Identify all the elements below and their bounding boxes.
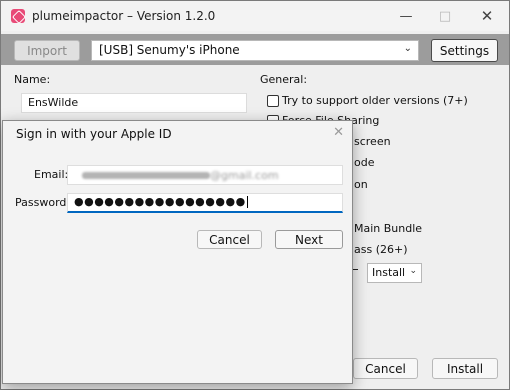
dialog-cancel-button[interactable]: Cancel: [197, 230, 262, 249]
title-bar[interactable]: plumeimpactor – Version 1.2.0 — □ ✕: [1, 1, 509, 31]
option-label-older-versions: Try to support older versions (7+): [282, 94, 468, 107]
main-window: plumeimpactor – Version 1.2.0 — □ ✕ Impo…: [0, 0, 510, 390]
option-label-on: on: [354, 178, 368, 191]
install-mode-value: Install: [372, 266, 406, 279]
option-label-mode: ode: [354, 156, 375, 169]
email-redaction: [82, 172, 210, 179]
email-label: Email:: [34, 168, 69, 181]
dialog-close-icon[interactable]: ✕: [333, 125, 344, 140]
minimize-icon[interactable]: —: [391, 5, 421, 27]
password-field[interactable]: ●●●●●●●●●●●●●●●●●: [67, 193, 343, 213]
general-label: General:: [260, 73, 308, 86]
password-label: Password:: [15, 196, 71, 209]
email-value: @gmail.com: [210, 169, 279, 182]
import-button[interactable]: Import: [14, 40, 80, 61]
window-title: plumeimpactor – Version 1.2.0: [32, 9, 216, 23]
email-field[interactable]: @gmail.com: [67, 165, 343, 185]
dialog-title: Sign in with your Apple ID: [16, 127, 172, 141]
close-icon[interactable]: ✕: [472, 5, 502, 27]
cancel-button[interactable]: Cancel: [353, 358, 418, 379]
option-label-liquid-glass: ass (26+): [354, 243, 408, 256]
sign-in-dialog: Sign in with your Apple ID ✕ Email: @gma…: [2, 120, 353, 384]
name-label: Name:: [14, 73, 51, 86]
maximize-icon[interactable]: □: [430, 5, 460, 27]
install-mode-select[interactable]: Install ⌄: [367, 263, 422, 283]
next-button[interactable]: Next: [275, 230, 343, 249]
chevron-down-icon: ⌄: [403, 43, 412, 54]
toolbar: Import [USB] Senumy's iPhone ⌄ Settings: [1, 34, 509, 65]
device-select-value: [USB] Senumy's iPhone: [99, 43, 240, 57]
text-caret: [246, 196, 248, 208]
install-button[interactable]: Install: [432, 358, 498, 379]
settings-button[interactable]: Settings: [431, 39, 498, 62]
checkbox-older-versions[interactable]: [267, 95, 279, 107]
app-icon: [11, 9, 25, 23]
option-label-main-bundle: Main Bundle: [354, 222, 423, 235]
password-value: ●●●●●●●●●●●●●●●●●: [74, 195, 246, 208]
device-select[interactable]: [USB] Senumy's iPhone ⌄: [91, 40, 419, 61]
chevron-down-icon: ⌄: [409, 266, 417, 276]
option-label-screen: screen: [354, 135, 391, 148]
name-input[interactable]: EnsWilde: [21, 93, 247, 113]
